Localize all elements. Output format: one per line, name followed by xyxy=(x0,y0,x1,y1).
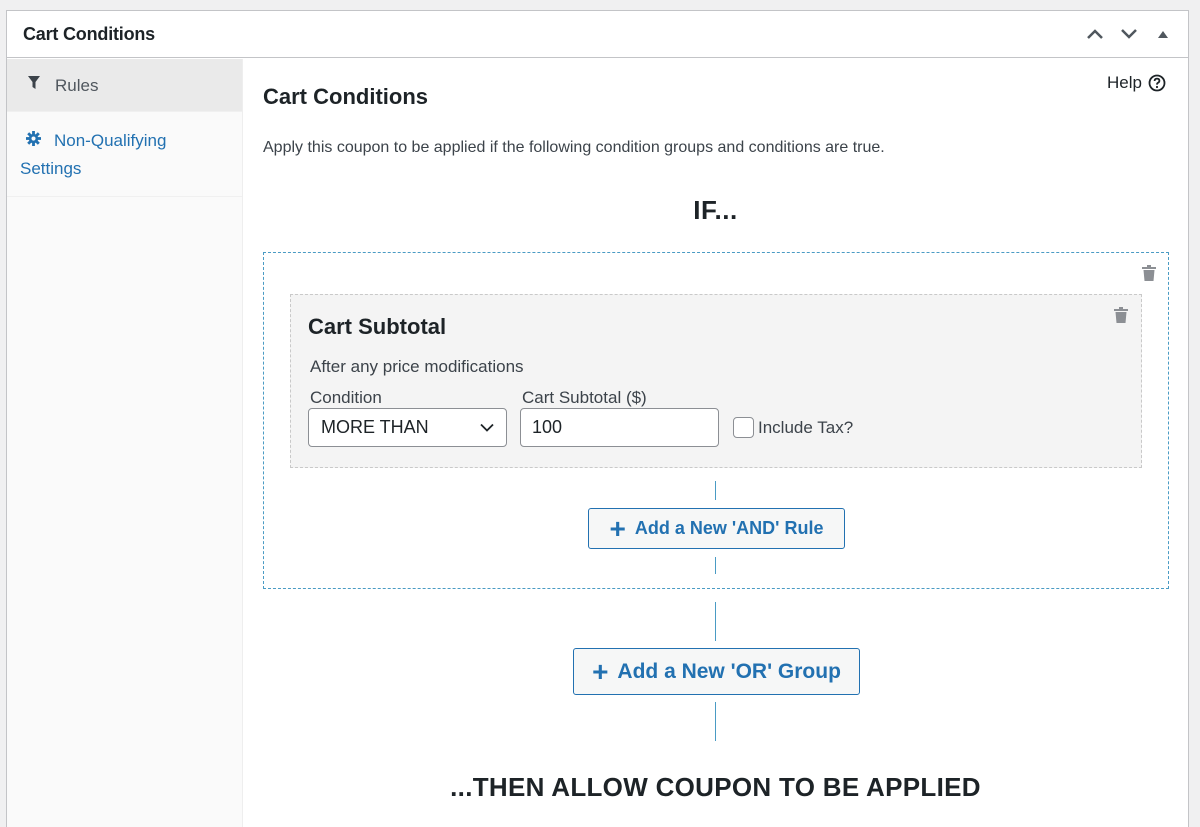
conditions-description: Apply this coupon to be applied if the f… xyxy=(263,139,885,156)
include-tax-option: Include Tax? xyxy=(733,417,853,438)
filter-icon xyxy=(23,72,45,99)
connector-line xyxy=(715,602,716,641)
sidebar: Rules Non-Qualifying Settings xyxy=(7,59,243,827)
tab-non-qualifying-label: Non-Qualifying xyxy=(54,131,167,151)
include-tax-checkbox[interactable] xyxy=(733,417,754,438)
add-or-group-button[interactable]: + Add a New 'OR' Group xyxy=(573,648,860,695)
connector-line xyxy=(715,702,716,741)
panel-body: Rules Non-Qualifying Settings Cart Condi… xyxy=(7,59,1188,827)
condition-label: Condition xyxy=(310,388,382,407)
tab-rules-label: Rules xyxy=(55,76,99,96)
connector-line xyxy=(715,481,716,500)
rule-description: After any price modifications xyxy=(310,357,524,376)
panel-handle-actions xyxy=(1084,23,1174,45)
move-up-icon[interactable] xyxy=(1084,23,1106,45)
main-content: Cart Conditions Help Apply this coupon t… xyxy=(243,59,1188,827)
subtotal-label: Cart Subtotal ($) xyxy=(522,388,647,407)
panel-title: Cart Conditions xyxy=(23,23,155,44)
cart-subtotal-rule: Cart Subtotal After any price modificati… xyxy=(290,294,1142,468)
move-down-icon[interactable] xyxy=(1118,23,1140,45)
condition-group: Cart Subtotal After any price modificati… xyxy=(263,252,1169,589)
if-label: IF... xyxy=(693,195,738,225)
plus-icon: + xyxy=(592,655,609,687)
panel-header: Cart Conditions xyxy=(7,11,1188,58)
gear-icon xyxy=(22,127,44,154)
help-link[interactable]: Help xyxy=(1107,73,1166,93)
tab-settings-label: Settings xyxy=(20,159,82,179)
subtotal-input[interactable]: 100 xyxy=(520,408,719,447)
connector-line xyxy=(715,557,716,574)
trash-icon[interactable] xyxy=(1142,265,1156,286)
rule-title: Cart Subtotal xyxy=(308,314,447,339)
subtotal-input-value: 100 xyxy=(532,417,563,437)
question-circle-icon xyxy=(1148,74,1166,92)
collapse-toggle-icon[interactable] xyxy=(1152,23,1174,45)
trash-icon[interactable] xyxy=(1114,307,1128,328)
add-and-rule-button[interactable]: + Add a New 'AND' Rule xyxy=(588,508,845,549)
include-tax-label: Include Tax? xyxy=(758,417,854,437)
plus-icon: + xyxy=(609,512,626,544)
add-or-group-label: Add a New 'OR' Group xyxy=(617,659,841,683)
page-title: Cart Conditions xyxy=(263,84,428,109)
cart-conditions-panel: Cart Conditions Rules Non-Qualifying Set… xyxy=(6,10,1189,827)
add-and-rule-label: Add a New 'AND' Rule xyxy=(634,518,824,538)
condition-select-value: MORE THAN xyxy=(321,417,429,437)
condition-select[interactable]: MORE THAN xyxy=(308,408,507,447)
tab-rules[interactable]: Rules xyxy=(7,59,242,113)
help-label: Help xyxy=(1107,73,1142,92)
chevron-down-icon xyxy=(480,423,494,432)
tab-non-qualifying-settings[interactable]: Non-Qualifying Settings xyxy=(7,112,242,198)
then-label: ...THEN ALLOW COUPON TO BE APPLIED xyxy=(450,772,981,802)
